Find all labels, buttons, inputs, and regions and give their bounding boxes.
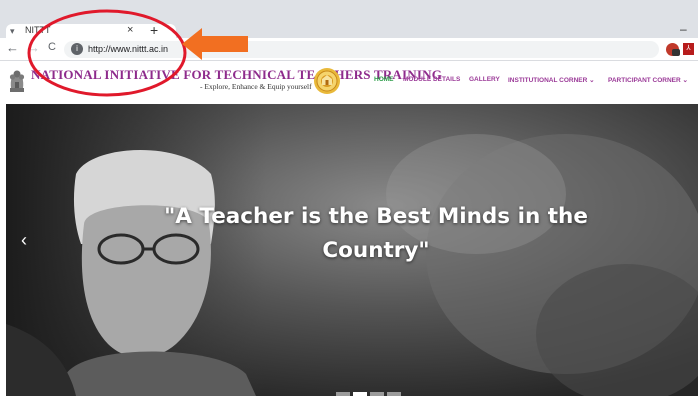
pdf-extension-icon[interactable]: ⅄ bbox=[683, 43, 694, 55]
slider-prev-icon[interactable]: ‹ bbox=[21, 230, 27, 251]
nav-module-details[interactable]: MODULE DETAILS bbox=[403, 76, 460, 83]
nav-gallery[interactable]: GALLERY bbox=[469, 76, 500, 83]
slider-dot[interactable] bbox=[336, 392, 350, 396]
slider-dot[interactable] bbox=[353, 392, 367, 396]
site-tagline: - Explore, Enhance & Equip yourself bbox=[200, 82, 312, 91]
back-icon[interactable]: ← bbox=[6, 40, 19, 55]
slider-dot[interactable] bbox=[387, 392, 401, 396]
institute-seal-icon bbox=[314, 68, 340, 94]
page: ▾ NITTT × + – ← → C i http://www.nittt.a… bbox=[0, 0, 698, 396]
hero-quote: "A Teacher is the Best Minds in the Coun… bbox=[164, 204, 588, 263]
annotation-arrow bbox=[182, 28, 248, 60]
slider-dot[interactable] bbox=[370, 392, 384, 396]
hero-slider: "A Teacher is the Best Minds in the Coun… bbox=[6, 104, 698, 396]
nav-home[interactable]: HOME bbox=[374, 76, 394, 83]
nav-participant-corner[interactable]: PARTICIPANT CORNER ⌄ bbox=[608, 76, 688, 84]
nav-institutional-corner[interactable]: INSTITUTIONAL CORNER ⌄ bbox=[508, 76, 595, 84]
window-minimize-button[interactable]: – bbox=[680, 22, 687, 36]
extension-badge-icon bbox=[672, 49, 680, 56]
tab-favicon-icon: ▾ bbox=[10, 26, 15, 36]
annotation-ellipse bbox=[27, 9, 187, 97]
